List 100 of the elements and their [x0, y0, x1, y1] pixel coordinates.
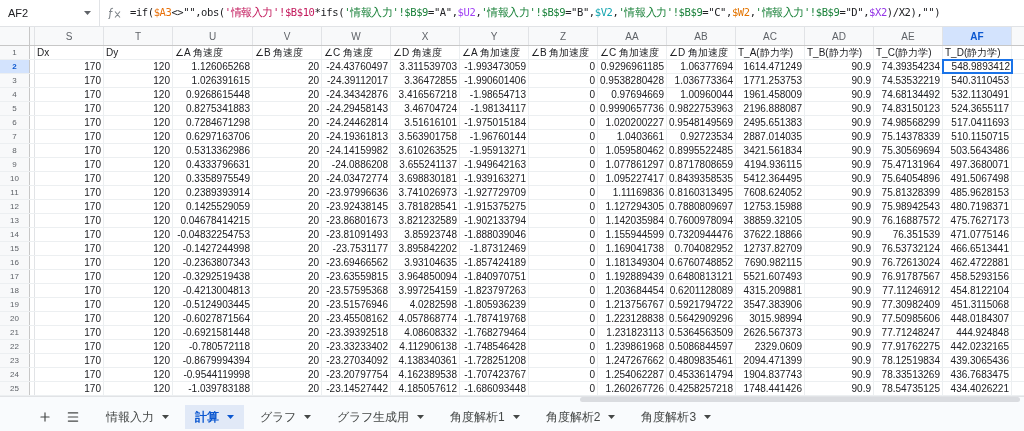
table-cell: 120 — [104, 60, 173, 73]
table-cell: 170 — [35, 340, 104, 353]
column-header[interactable]: V — [253, 27, 322, 45]
name-box[interactable]: AF2 — [0, 0, 100, 26]
table-cell: 1771.253753 — [736, 74, 805, 87]
column-header[interactable]: W — [322, 27, 391, 45]
row-header[interactable]: 20 — [0, 312, 30, 325]
row-header[interactable]: 7 — [0, 130, 30, 143]
table-cell: 77.91762275 — [874, 340, 943, 353]
table-cell: 90.9 — [805, 298, 874, 311]
row-header[interactable]: 1 — [0, 46, 30, 59]
table-cell: -1.949642163 — [460, 158, 529, 171]
column-header[interactable]: AF — [943, 27, 1012, 45]
table-cell: 20 — [253, 88, 322, 101]
table-cell: 120 — [104, 256, 173, 269]
table-cell: 12753.15988 — [736, 200, 805, 213]
column-header[interactable]: AC — [736, 27, 805, 45]
table-cell: 0 — [529, 312, 598, 325]
sheet-tab[interactable]: 角度解析1 — [440, 405, 530, 429]
row-header[interactable]: 12 — [0, 200, 30, 213]
table-cell: -1.728251208 — [460, 354, 529, 367]
table-cell: -1.787419768 — [460, 312, 529, 325]
row-header[interactable]: 9 — [0, 158, 30, 171]
row-header[interactable]: 3 — [0, 74, 30, 87]
table-cell: 475.7627173 — [943, 214, 1012, 227]
table-cell: 1.192889439 — [598, 270, 667, 283]
table-cell: T_C(静力学) — [874, 46, 943, 59]
table-cell: -0.2363807343 — [173, 256, 253, 269]
row-header[interactable]: 6 — [0, 116, 30, 129]
row-header[interactable]: 15 — [0, 242, 30, 255]
table-cell: 75.64054896 — [874, 172, 943, 185]
row-header[interactable]: 25 — [0, 382, 30, 395]
column-header[interactable]: AD — [805, 27, 874, 45]
table-cell: 78.12519834 — [874, 354, 943, 367]
formula-text[interactable]: =if($A3<>"",obs('情報入力'!$B$10*ifs('情報入力'!$B$9="A",$U2,'情報入力'!$B$9="B",$V2,'情報入力'!$B$9="C",$W2,'情報入力'!$B$9="D",$X2)/X2),"") — [130, 5, 941, 21]
row-header[interactable]: 2 — [0, 60, 30, 73]
table-cell: 77.71248247 — [874, 326, 943, 339]
table-cell: 170 — [35, 354, 104, 367]
table-cell: -24.34342876 — [322, 88, 391, 101]
table-cell: 4.057868774 — [391, 312, 460, 325]
row-header[interactable]: 16 — [0, 256, 30, 269]
sheet-tab[interactable]: 角度解析3 — [631, 405, 722, 429]
table-cell: 74.39354234 — [874, 60, 943, 73]
table-cell: -1.888039046 — [460, 228, 529, 241]
table-cell: -1.857424189 — [460, 256, 529, 269]
scrollbar-thumb[interactable] — [580, 397, 1020, 402]
column-header[interactable]: S — [35, 27, 104, 45]
table-cell: 76.351539 — [874, 228, 943, 241]
table-cell: 4.185057612 — [391, 382, 460, 395]
table-cell: 3.46704724 — [391, 102, 460, 115]
sheet-tab[interactable]: 情報入力 — [96, 405, 179, 429]
sheet-tab[interactable]: グラフ生成用 — [327, 405, 434, 429]
row-header[interactable]: 8 — [0, 144, 30, 157]
column-header[interactable]: T — [104, 27, 173, 45]
table-cell: 0.8275341883 — [173, 102, 253, 115]
table-cell: 90.9 — [805, 312, 874, 325]
column-header[interactable]: Z — [529, 27, 598, 45]
row-header[interactable]: 4 — [0, 88, 30, 101]
table-cell: 120 — [104, 214, 173, 227]
table-cell: 0 — [529, 382, 598, 395]
table-cell: 120 — [104, 130, 173, 143]
table-cell: 120 — [104, 326, 173, 339]
row-header[interactable]: 10 — [0, 172, 30, 185]
table-cell: -1.686093448 — [460, 382, 529, 395]
sheet-tab[interactable]: グラフ — [250, 405, 321, 429]
table-cell: 1904.837743 — [736, 368, 805, 381]
caret-icon — [304, 415, 311, 419]
row-header[interactable]: 14 — [0, 228, 30, 241]
row-header[interactable]: 24 — [0, 368, 30, 381]
table-cell: 120 — [104, 284, 173, 297]
row-header[interactable]: 23 — [0, 354, 30, 367]
row-header[interactable]: 13 — [0, 214, 30, 227]
table-cell: 90.9 — [805, 354, 874, 367]
table-cell: 90.9 — [805, 368, 874, 381]
sheet-tab[interactable]: 計算 — [185, 405, 244, 429]
sheet-tab[interactable]: 角度解析2 — [535, 405, 626, 429]
column-header[interactable]: X — [391, 27, 460, 45]
row-header[interactable]: 11 — [0, 186, 30, 199]
table-cell: 20 — [253, 116, 322, 129]
table-cell: 0.6760748852 — [667, 256, 736, 269]
row-header[interactable]: 22 — [0, 340, 30, 353]
table-cell: 170 — [35, 102, 104, 115]
column-header[interactable]: Y — [460, 27, 529, 45]
table-cell: 3015.98994 — [736, 312, 805, 325]
table-cell: 0.3358975549 — [173, 172, 253, 185]
row-header[interactable]: 21 — [0, 326, 30, 339]
table-cell: 90.9 — [805, 284, 874, 297]
column-header[interactable]: U — [173, 27, 253, 45]
row-header[interactable]: 18 — [0, 284, 30, 297]
table-cell: 90.9 — [805, 186, 874, 199]
table-cell: 3.563901758 — [391, 130, 460, 143]
row-header[interactable]: 17 — [0, 270, 30, 283]
column-header[interactable]: AA — [598, 27, 667, 45]
table-cell: 20 — [253, 382, 322, 395]
table-cell: 1.077861297 — [598, 158, 667, 171]
row-header[interactable]: 19 — [0, 298, 30, 311]
row-header[interactable]: 5 — [0, 102, 30, 115]
table-cell: ∠B 角速度 — [253, 46, 322, 59]
table-cell: 2626.567373 — [736, 326, 805, 339]
column-header[interactable]: AB — [667, 27, 736, 45]
